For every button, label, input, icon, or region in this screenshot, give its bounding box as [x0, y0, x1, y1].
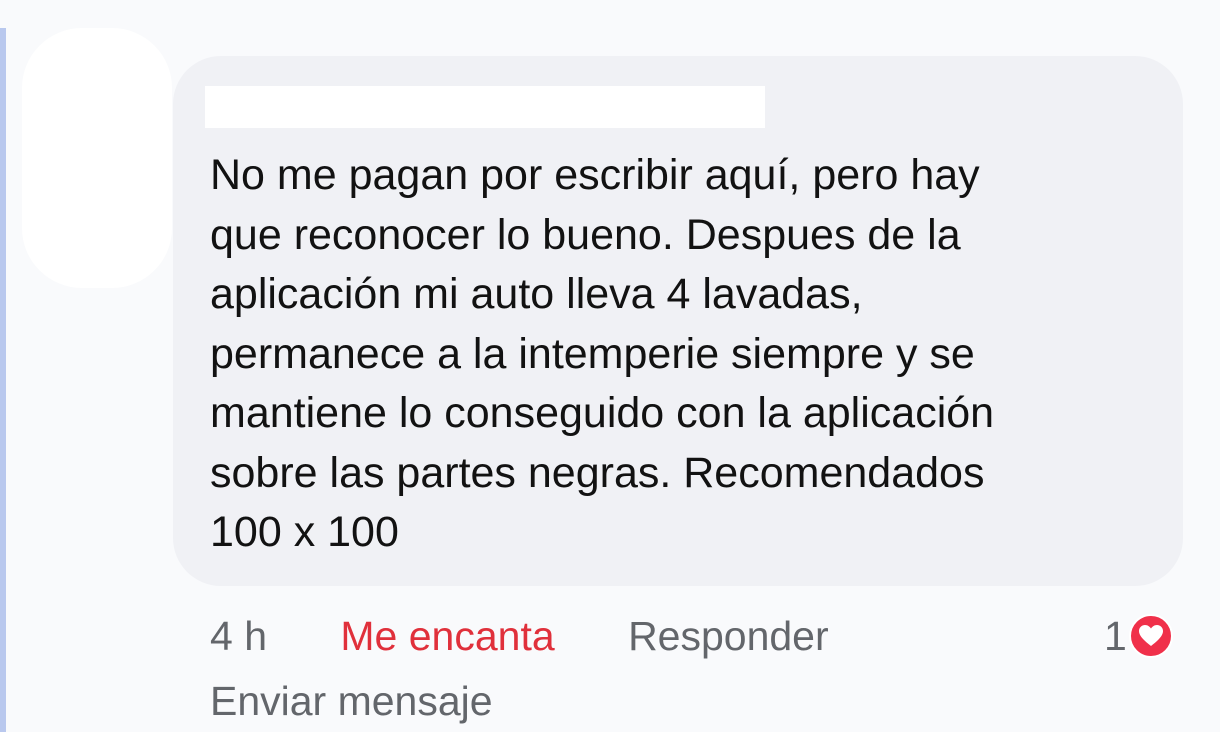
reply-button[interactable]: Responder: [628, 606, 829, 666]
timestamp: 4 h: [210, 613, 267, 659]
comment-actions: 4 h Me encanta Responder: [210, 606, 829, 666]
comment-screen: No me pagan por escribir aquí, pero hay …: [0, 0, 1220, 732]
comment-text: No me pagan por escribir aquí, pero hay …: [210, 151, 995, 556]
avatar[interactable]: [22, 28, 172, 288]
reaction-summary[interactable]: 1: [1104, 606, 1173, 666]
comment-bubble: No me pagan por escribir aquí, pero hay …: [173, 56, 1183, 586]
send-message-button[interactable]: Enviar mensaje: [210, 671, 493, 731]
heart-icon: [1128, 614, 1173, 658]
reaction-count: 1: [1104, 612, 1127, 659]
author-name[interactable]: [205, 86, 765, 128]
love-reaction-button[interactable]: Me encanta: [340, 606, 554, 666]
thread-line: [0, 28, 6, 732]
